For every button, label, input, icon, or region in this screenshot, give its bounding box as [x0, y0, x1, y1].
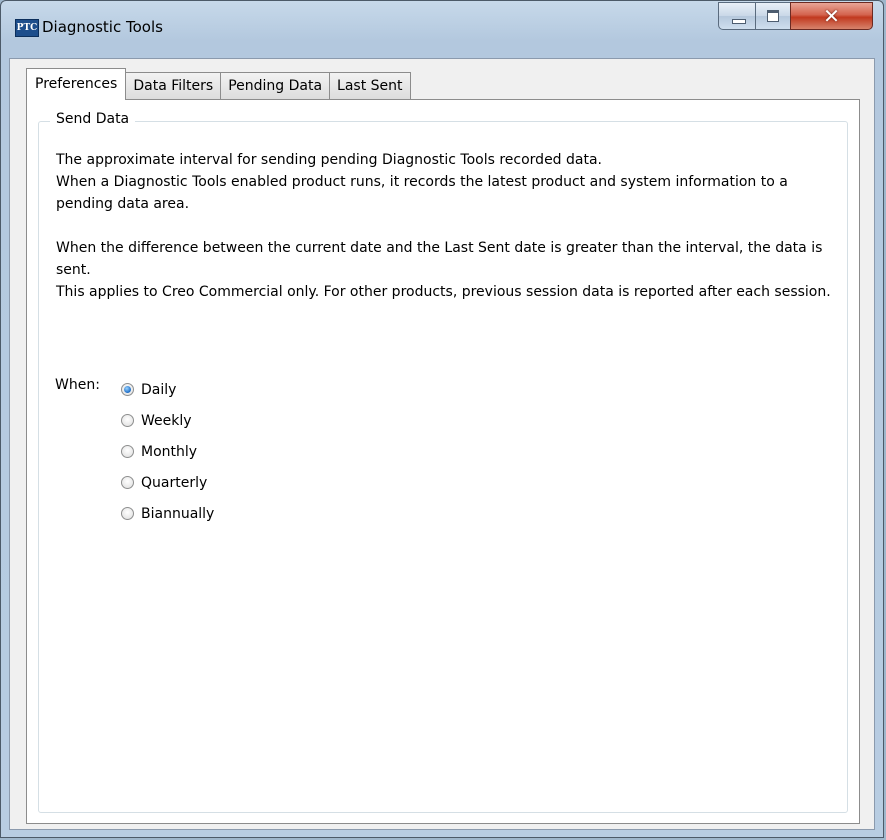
radio-label[interactable]: Daily	[141, 382, 176, 398]
description-line: When the difference between the current …	[56, 240, 823, 278]
radio-label[interactable]: Monthly	[141, 444, 197, 460]
radio-biannually[interactable]: Biannually	[121, 498, 214, 529]
radio-button-icon[interactable]	[121, 476, 134, 489]
dialog-client-area: Preferences Data Filters Pending Data La…	[9, 58, 875, 830]
close-icon: ✕	[823, 4, 840, 28]
close-button[interactable]: ✕	[790, 2, 873, 30]
radio-label[interactable]: Weekly	[141, 413, 192, 429]
minimize-button[interactable]	[718, 2, 756, 30]
diagnostic-tools-window: PTC Diagnostic Tools ✕ Preferences Data …	[0, 0, 884, 838]
send-data-description: The approximate interval for sending pen…	[56, 149, 836, 303]
radio-weekly[interactable]: Weekly	[121, 405, 214, 436]
preferences-panel: Send Data The approximate interval for s…	[26, 99, 860, 824]
radio-monthly[interactable]: Monthly	[121, 436, 214, 467]
send-data-group: Send Data The approximate interval for s…	[38, 111, 848, 813]
radio-button-icon[interactable]	[121, 414, 134, 427]
description-line: This applies to Creo Commercial only. Fo…	[56, 284, 831, 300]
maximize-button[interactable]	[755, 2, 791, 30]
radio-label[interactable]: Biannually	[141, 506, 214, 522]
tab-pending-data[interactable]: Pending Data	[220, 72, 331, 100]
tab-data-filters[interactable]: Data Filters	[125, 72, 222, 100]
ptc-app-icon: PTC	[15, 19, 39, 37]
tab-strip: Preferences Data Filters Pending Data La…	[26, 68, 411, 100]
description-line: The approximate interval for sending pen…	[56, 152, 603, 168]
interval-radio-group: Daily Weekly Monthly Quarterly Biannuall…	[121, 374, 214, 529]
window-title: Diagnostic Tools	[42, 18, 163, 36]
description-line: When a Diagnostic Tools enabled product …	[56, 174, 788, 212]
radio-daily[interactable]: Daily	[121, 374, 214, 405]
radio-label[interactable]: Quarterly	[141, 475, 207, 491]
minimize-icon	[732, 19, 746, 24]
maximize-icon	[767, 10, 779, 22]
radio-button-icon[interactable]	[121, 445, 134, 458]
radio-button-icon[interactable]	[121, 507, 134, 520]
radio-button-checked-icon[interactable]	[121, 383, 134, 396]
tab-preferences[interactable]: Preferences	[26, 68, 127, 100]
send-data-group-label: Send Data	[50, 111, 136, 127]
title-bar[interactable]: PTC Diagnostic Tools ✕	[1, 1, 883, 51]
radio-quarterly[interactable]: Quarterly	[121, 467, 214, 498]
tab-last-sent[interactable]: Last Sent	[329, 72, 411, 100]
when-label: When:	[55, 377, 100, 393]
